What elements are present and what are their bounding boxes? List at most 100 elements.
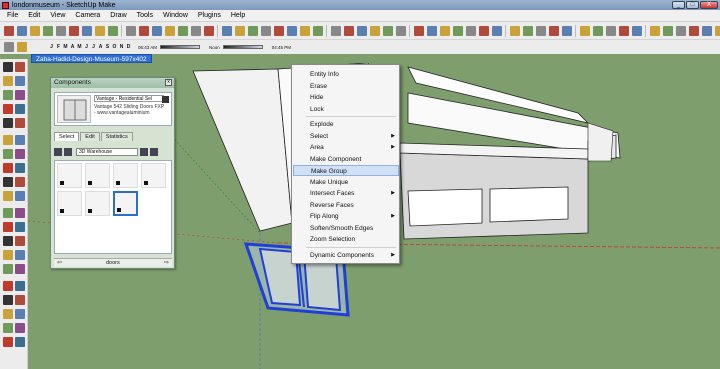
palette-tool-icon[interactable] — [3, 222, 13, 232]
palette-tool-icon[interactable] — [3, 264, 13, 274]
component-thumbnail-item-selected[interactable] — [113, 191, 138, 216]
context-menu-item-hide[interactable]: Hide — [293, 92, 399, 103]
maximize-button[interactable]: □ — [686, 1, 699, 9]
toolbar-tool-icon[interactable] — [522, 25, 533, 36]
palette-tool-icon[interactable] — [3, 281, 13, 291]
toolbar-tool-icon[interactable] — [68, 25, 79, 36]
menu-camera[interactable]: Camera — [70, 12, 105, 19]
close-icon[interactable]: x — [165, 79, 172, 86]
palette-tool-icon[interactable] — [15, 191, 25, 201]
palette-tool-icon[interactable] — [15, 222, 25, 232]
toolbar-tool-icon[interactable] — [452, 25, 463, 36]
toolbar-tool-icon[interactable] — [234, 25, 245, 36]
palette-tool-icon[interactable] — [3, 104, 13, 114]
toolbar-tool-icon[interactable] — [369, 25, 380, 36]
palette-tool-icon[interactable] — [3, 118, 13, 128]
palette-tool-icon[interactable] — [3, 163, 13, 173]
palette-tool-icon[interactable] — [15, 76, 25, 86]
palette-tool-icon[interactable] — [15, 281, 25, 291]
toolbar-tool-icon[interactable] — [42, 25, 53, 36]
details-arrow-icon[interactable] — [162, 96, 169, 103]
toolbar-tool-icon[interactable] — [221, 25, 232, 36]
toolbar-tool-icon[interactable] — [81, 25, 92, 36]
minimize-button[interactable]: _ — [672, 1, 685, 9]
toolbar-tool-icon[interactable] — [29, 25, 40, 36]
menu-plugins[interactable]: Plugins — [193, 12, 226, 19]
scene-tab[interactable]: Zaha-Hadid-Design-Museum-597x402 — [31, 54, 152, 63]
palette-tool-icon[interactable] — [15, 62, 25, 72]
palette-tool-icon[interactable] — [3, 149, 13, 159]
toolbar-tool-icon[interactable] — [299, 25, 310, 36]
palette-tool-icon[interactable] — [3, 177, 13, 187]
menu-draw[interactable]: Draw — [105, 12, 131, 19]
palette-tool-icon[interactable] — [15, 264, 25, 274]
toolbar-tool-icon[interactable] — [548, 25, 559, 36]
context-menu-item-lock[interactable]: Lock — [293, 104, 399, 115]
palette-tool-icon[interactable] — [15, 163, 25, 173]
toolbar-tool-icon[interactable] — [491, 25, 502, 36]
toolbar-tool-icon[interactable] — [260, 25, 271, 36]
component-thumbnail-item[interactable] — [57, 191, 82, 216]
context-menu-item-reverse-faces[interactable]: Reverse Faces — [293, 200, 399, 211]
toolbar-tool-icon[interactable] — [164, 25, 175, 36]
context-menu-item-explode[interactable]: Explode — [293, 119, 399, 130]
toolbar-tool-icon[interactable] — [675, 25, 686, 36]
context-menu-item-area[interactable]: Area ▶ — [293, 142, 399, 153]
toolbar-tool-icon[interactable] — [247, 25, 258, 36]
toolbar-tool-icon[interactable] — [312, 25, 323, 36]
toolbar-tool-icon[interactable] — [286, 25, 297, 36]
toolbar-tool-icon[interactable] — [631, 25, 642, 36]
view-options-icon[interactable] — [54, 148, 62, 156]
palette-tool-icon[interactable] — [15, 104, 25, 114]
month-slider[interactable]: J F M A M J J A S O N D — [48, 44, 132, 50]
toolbar-tool-icon[interactable] — [395, 25, 406, 36]
palette-tool-icon[interactable] — [15, 208, 25, 218]
toolbar-tool-icon[interactable] — [688, 25, 699, 36]
toolbar-tool-icon[interactable] — [649, 25, 660, 36]
toolbar-tool-icon[interactable] — [465, 25, 476, 36]
toolbar-tool-icon[interactable] — [535, 25, 546, 36]
context-menu-item-entity-info[interactable]: Entity Info — [293, 69, 399, 80]
toolbar-tool-icon[interactable] — [55, 25, 66, 36]
toolbar-tool-icon[interactable] — [273, 25, 284, 36]
palette-tool-icon[interactable] — [15, 177, 25, 187]
menu-edit[interactable]: Edit — [23, 12, 45, 19]
toolbar-tool-icon[interactable] — [561, 25, 572, 36]
context-menu-item-soften-smooth-edges[interactable]: Soften/Smooth Edges — [293, 223, 399, 234]
toolbar-tool-icon[interactable] — [439, 25, 450, 36]
palette-tool-icon[interactable] — [15, 337, 25, 347]
toolbar-tool-icon[interactable] — [343, 25, 354, 36]
palette-tool-icon[interactable] — [3, 236, 13, 246]
toolbar-tool-icon[interactable] — [618, 25, 629, 36]
toolbar-tool-icon[interactable] — [107, 25, 118, 36]
context-menu-item-make-unique[interactable]: Make Unique — [293, 177, 399, 188]
toolbar-tool-icon[interactable] — [203, 25, 214, 36]
palette-tool-icon[interactable] — [3, 135, 13, 145]
component-thumbnail-item[interactable] — [57, 163, 82, 188]
toolbar-tool-icon[interactable] — [177, 25, 188, 36]
component-thumbnail-item[interactable] — [85, 191, 110, 216]
toolbar-tool-icon[interactable] — [138, 25, 149, 36]
context-menu-item-select[interactable]: Select ▶ — [293, 131, 399, 142]
palette-tool-icon[interactable] — [3, 323, 13, 333]
time-slider-right[interactable] — [222, 45, 263, 49]
palette-tool-icon[interactable] — [3, 90, 13, 100]
context-menu-item-erase[interactable]: Erase — [293, 81, 399, 92]
details-menu-icon[interactable] — [150, 148, 158, 156]
toolbar-tool-icon[interactable] — [714, 25, 720, 36]
component-thumbnail-item[interactable] — [85, 163, 110, 188]
palette-tool-icon[interactable] — [15, 295, 25, 305]
close-button[interactable]: X — [700, 1, 718, 9]
search-icon[interactable] — [140, 148, 148, 156]
palette-tool-icon[interactable] — [3, 337, 13, 347]
palette-tool-icon[interactable] — [15, 149, 25, 159]
palette-tool-icon[interactable] — [15, 250, 25, 260]
palette-tool-icon[interactable] — [3, 250, 13, 260]
context-menu-item-zoom-selection[interactable]: Zoom Selection — [293, 234, 399, 245]
context-menu-item-make-component[interactable]: Make Component — [293, 154, 399, 165]
toolbar-tool-icon[interactable] — [190, 25, 201, 36]
tab-statistics[interactable]: Statistics — [100, 132, 133, 141]
menu-file[interactable]: File — [2, 12, 23, 19]
toolbar-tool-icon[interactable] — [426, 25, 437, 36]
context-menu-item-intersect-faces[interactable]: Intersect Faces ▶ — [293, 188, 399, 199]
